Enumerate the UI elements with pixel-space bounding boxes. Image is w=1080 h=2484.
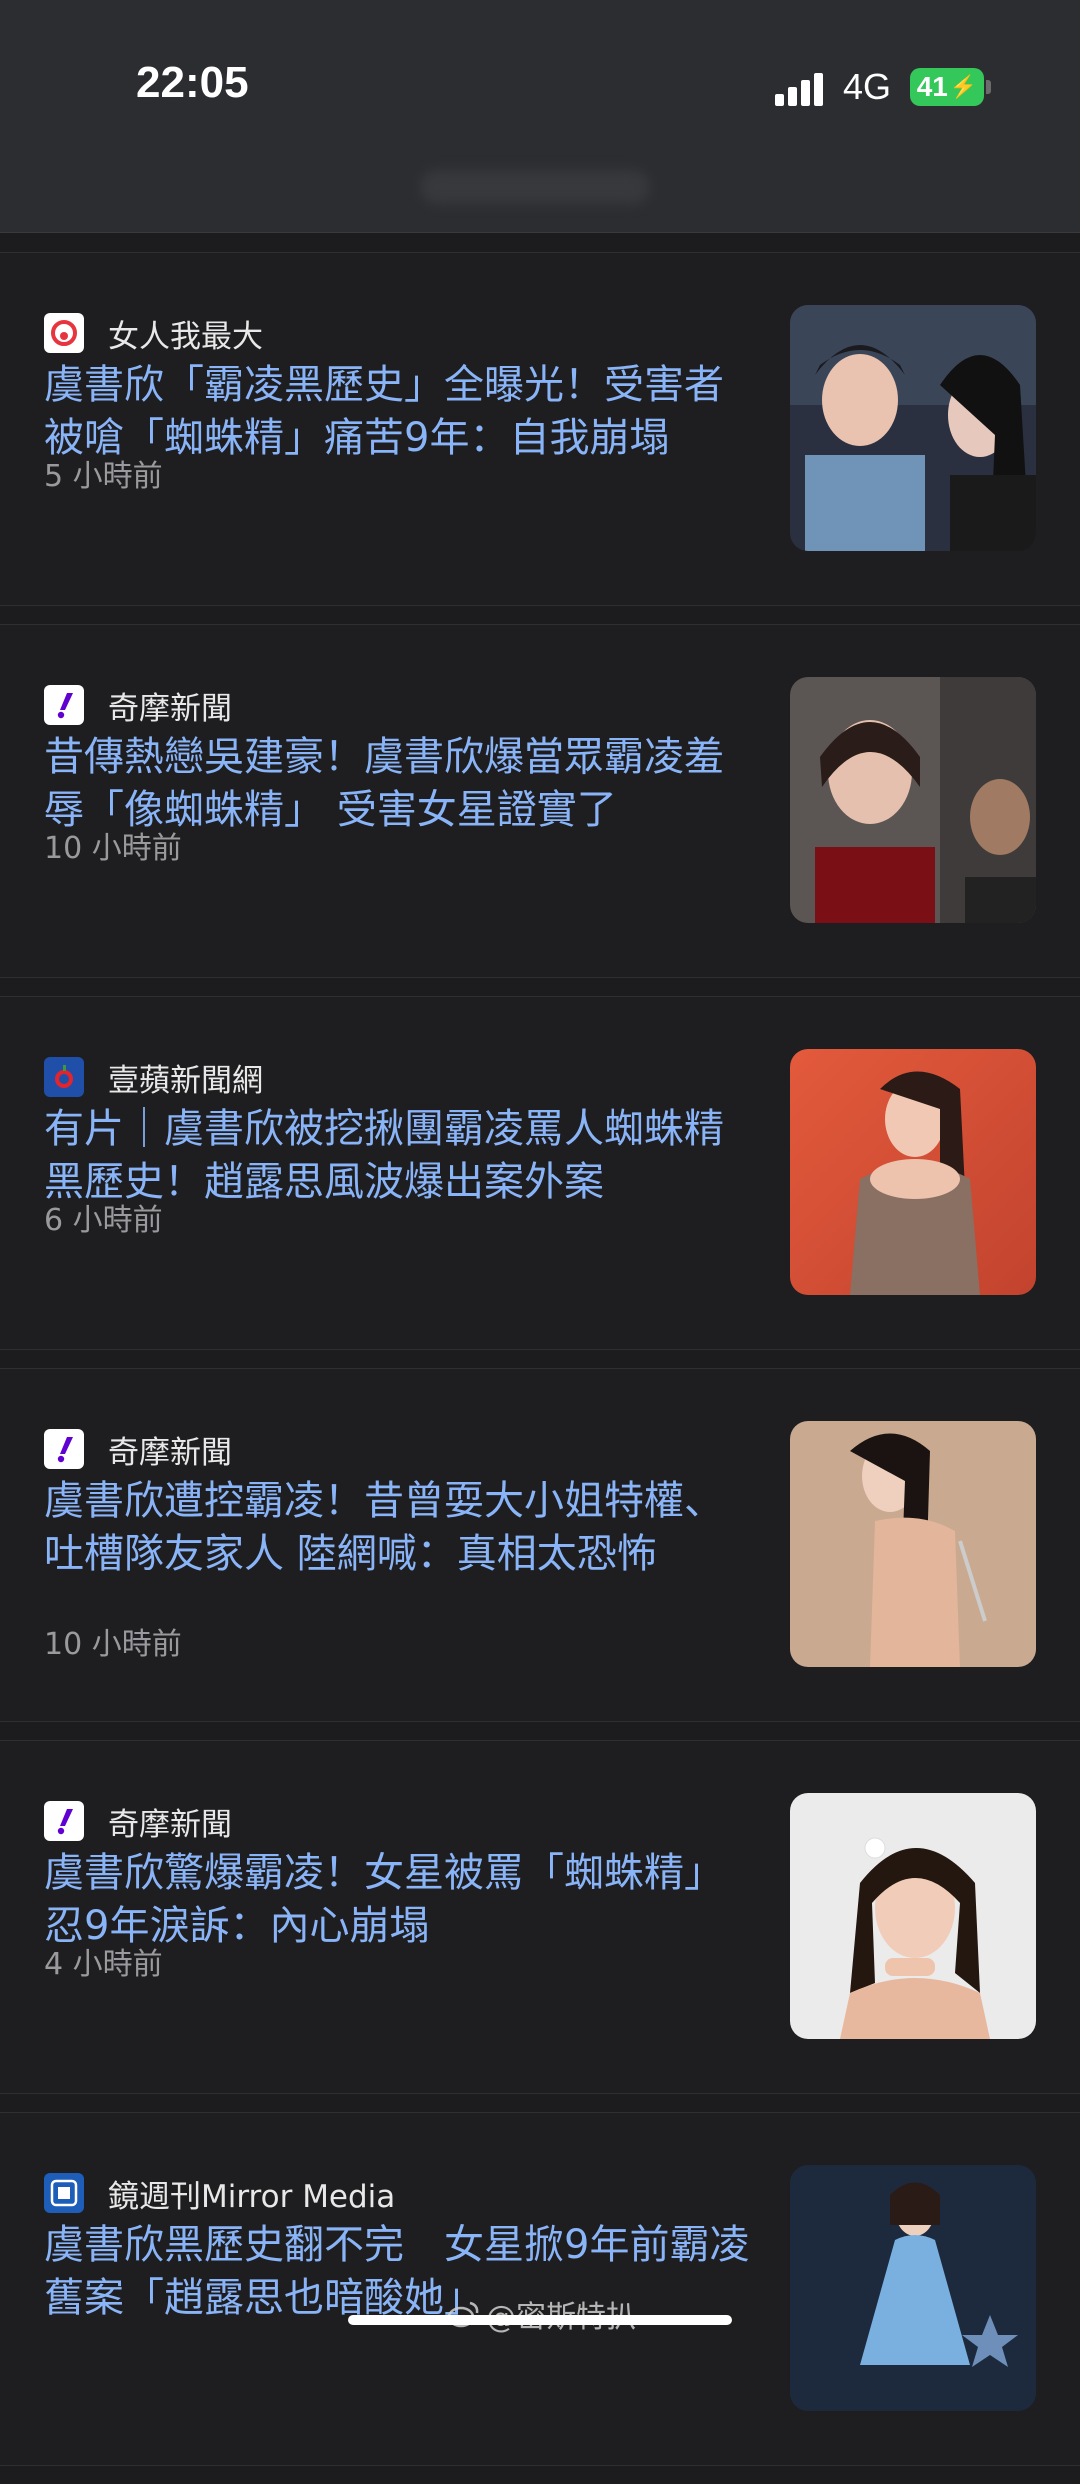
source-name: 奇摩新聞 xyxy=(108,1434,232,1471)
yahoo-exclaim-icon xyxy=(44,1429,84,1469)
news-source: 女人我最大 xyxy=(44,313,263,355)
news-card[interactable]: 奇摩新聞 昔傳熱戀吳建豪！虞書欣爆當眾霸凌羞辱「像蜘蛛精」 受害女星證實了 10… xyxy=(0,624,1080,978)
news-source: 奇摩新聞 xyxy=(44,685,232,727)
news-card[interactable]: 鏡週刊Mirror Media 虞書欣黑歷史翻不完 女星掀9年前霸凌舊案「趙露思… xyxy=(0,2112,1080,2466)
status-time: 22:05 xyxy=(136,58,249,107)
source-name: 女人我最大 xyxy=(108,318,263,355)
yahoo-exclaim-icon xyxy=(44,1801,84,1841)
news-source: 奇摩新聞 xyxy=(44,1429,232,1471)
news-title-link[interactable]: 虞書欣黑歷史翻不完 女星掀9年前霸凌舊案「趙露思也暗酸她」 xyxy=(44,2219,754,2325)
blurred-url xyxy=(420,170,650,204)
news-thumbnail[interactable] xyxy=(790,1793,1036,2039)
news-card[interactable]: 奇摩新聞 虞書欣驚爆霸凌！女星被罵「蜘蛛精」 忍9年淚訴：內心崩塌 4 小時前 xyxy=(0,1740,1080,2094)
news-thumbnail[interactable] xyxy=(790,305,1036,551)
news-title-link[interactable]: 昔傳熱戀吳建豪！虞書欣爆當眾霸凌羞辱「像蜘蛛精」 受害女星證實了 xyxy=(44,731,754,837)
news-card[interactable]: 女人我最大 虞書欣「霸凌黑歷史」全曝光！受害者被嗆「蜘蛛精」痛苦9年：自我崩塌 … xyxy=(0,252,1080,606)
news-thumbnail[interactable] xyxy=(790,1421,1036,1667)
published-time: 10 小時前 xyxy=(44,1627,182,1662)
watermark-text: @密斯特扒 xyxy=(486,2292,636,2336)
source-name: 奇摩新聞 xyxy=(108,1806,232,1843)
battery-tip xyxy=(986,80,991,94)
mirror-media-icon xyxy=(44,2173,84,2213)
battery-level: 41 xyxy=(916,71,948,102)
news-card[interactable]: 壹蘋新聞網 有片｜虞書欣被挖揪團霸凌罵人蜘蛛精黑歷史！趙露思風波爆出案外案 6 … xyxy=(0,996,1080,1350)
news-source: 壹蘋新聞網 xyxy=(44,1057,263,1099)
news-thumbnail[interactable] xyxy=(790,677,1036,923)
source-name: 奇摩新聞 xyxy=(108,690,232,727)
news-title-link[interactable]: 虞書欣驚爆霸凌！女星被罵「蜘蛛精」 忍9年淚訴：內心崩塌 xyxy=(44,1847,754,1953)
yahoo-exclaim-icon xyxy=(44,685,84,725)
home-indicator[interactable] xyxy=(348,2315,732,2325)
cellular-signal-icon xyxy=(775,73,823,106)
news-title-link[interactable]: 虞書欣「霸凌黑歷史」全曝光！受害者被嗆「蜘蛛精」痛苦9年：自我崩塌 xyxy=(44,359,754,465)
published-time: 6 小時前 xyxy=(44,1203,163,1238)
nextapple-logo-icon xyxy=(44,1057,84,1097)
source-name: 鏡週刊Mirror Media xyxy=(108,2178,396,2215)
status-bar: 22:05 4G 41 ⚡ xyxy=(0,0,1080,233)
news-source: 鏡週刊Mirror Media xyxy=(44,2173,396,2215)
news-title-link[interactable]: 有片｜虞書欣被挖揪團霸凌罵人蜘蛛精黑歷史！趙露思風波爆出案外案 xyxy=(44,1103,754,1209)
source-name: 壹蘋新聞網 xyxy=(108,1062,263,1099)
published-time: 5 小時前 xyxy=(44,459,163,494)
news-feed: 女人我最大 虞書欣「霸凌黑歷史」全曝光！受害者被嗆「蜘蛛精」痛苦9年：自我崩塌 … xyxy=(0,234,1080,2484)
news-thumbnail[interactable] xyxy=(790,1049,1036,1295)
news-title-link[interactable]: 虞書欣遭控霸凌！昔曾耍大小姐特權、吐槽隊友家人 陸網喊：真相太恐怖 xyxy=(44,1475,754,1581)
battery-icon: 41 ⚡ xyxy=(910,68,984,106)
news-source: 奇摩新聞 xyxy=(44,1801,232,1843)
weibo-watermark: @密斯特扒 xyxy=(446,2292,636,2336)
published-time: 4 小時前 xyxy=(44,1947,163,1982)
published-time: 10 小時前 xyxy=(44,831,182,866)
network-type: 4G xyxy=(843,66,892,107)
womany-logo-icon xyxy=(44,313,84,353)
news-card[interactable]: 奇摩新聞 虞書欣遭控霸凌！昔曾耍大小姐特權、吐槽隊友家人 陸網喊：真相太恐怖 1… xyxy=(0,1368,1080,1722)
news-thumbnail[interactable] xyxy=(790,2165,1036,2411)
